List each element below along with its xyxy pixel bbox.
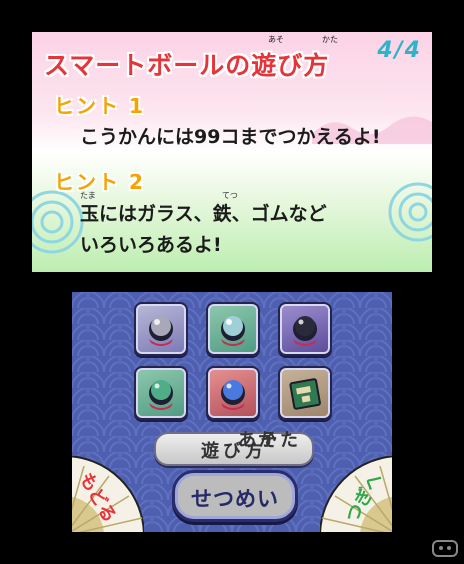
glass-ball-icon [221, 316, 245, 346]
hint-2-text-line-2: いろいろあるよ! [80, 234, 222, 256]
hint-1-label: ヒント 1 [54, 94, 145, 118]
wave-decoration-right [388, 182, 432, 242]
next-button[interactable]: つぎへ [319, 455, 392, 532]
black-ball-icon [293, 316, 317, 346]
ball-button-black[interactable] [278, 302, 332, 356]
book-button[interactable] [278, 366, 332, 420]
howto-button[interactable]: あそ かた 遊び方 [154, 430, 314, 466]
explain-label: せつめい [191, 487, 279, 511]
page-indicator: 4/4 [377, 38, 422, 63]
ball-button-blue[interactable] [206, 366, 260, 420]
hint-2-text-line-1: 玉にはガラス、鉄、ゴムなど [80, 203, 327, 225]
green-ball-icon [149, 380, 173, 410]
ball-button-gray[interactable] [134, 302, 188, 356]
back-button[interactable]: もどる [72, 455, 145, 532]
bottom-screen: あそ かた 遊び方 せつめい もどる つぎへ [72, 292, 392, 532]
title-ruby-aso: あそ [268, 35, 284, 44]
screen-title: スマートボールの遊び方 [44, 51, 330, 80]
hint-2-label: ヒント 2 [54, 170, 145, 194]
explain-button[interactable]: せつめい [172, 470, 298, 522]
howto-label: 遊び方 [201, 441, 267, 462]
ball-button-glass[interactable] [206, 302, 260, 356]
top-screen: あそ かた スマートボールの遊び方 4/4 ヒント 1 こうかんには99コまでつ… [32, 32, 432, 272]
title-ruby-kata: かた [322, 35, 338, 44]
site-logo-icon [432, 540, 458, 557]
blue-ball-icon [221, 380, 245, 410]
book-icon [289, 378, 321, 410]
hint-1-text: こうかんには99コまでつかえるよ! [80, 126, 381, 148]
ball-button-green[interactable] [134, 366, 188, 420]
gray-ball-icon [149, 316, 173, 346]
